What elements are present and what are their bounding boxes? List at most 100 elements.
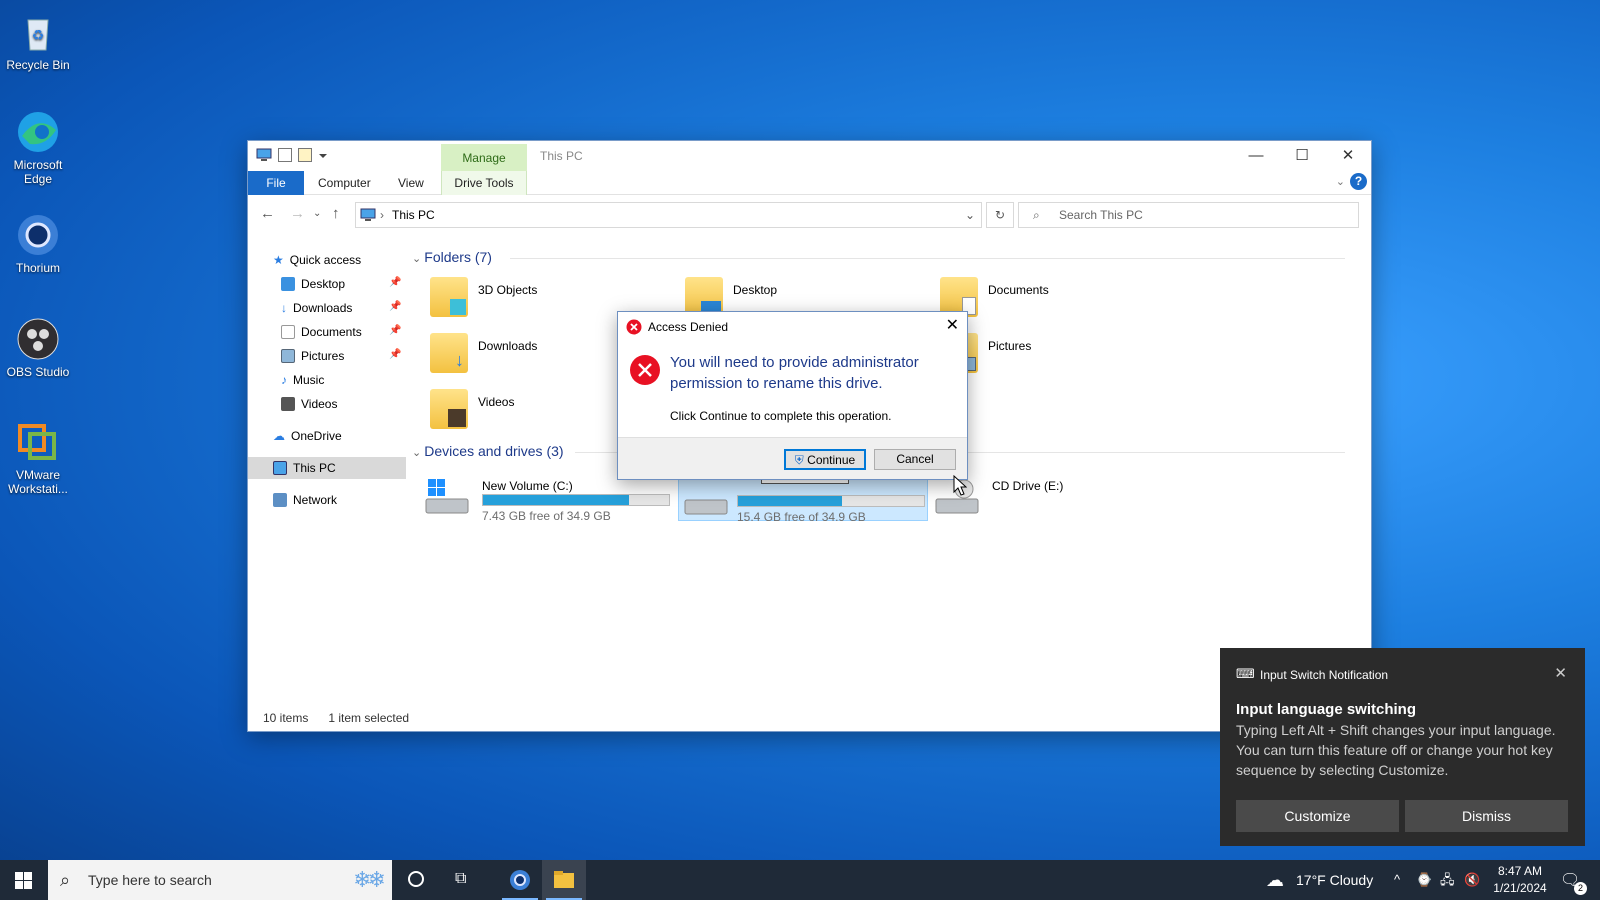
recent-locations-icon[interactable]: ⌄: [313, 208, 321, 219]
drive-usage-bar: [737, 495, 925, 507]
sidebar-item-documents[interactable]: Documents: [281, 321, 362, 343]
sidebar-item-label: Desktop: [301, 277, 346, 291]
quick-access-toolbar: [256, 148, 328, 162]
address-row: ← → ⌄ ↑ › This PC ⌄ ↻ ⌕ Search This PC: [248, 195, 1371, 235]
task-view-icon[interactable]: ⧉: [455, 870, 466, 888]
pin-icon[interactable]: 📌: [389, 325, 401, 336]
clock[interactable]: 8:47 AM 1/21/2024: [1486, 863, 1554, 897]
show-hidden-icons-icon[interactable]: ^: [1394, 860, 1400, 900]
folder-3d-objects[interactable]: 3D Objects: [430, 277, 537, 327]
tab-view[interactable]: View: [398, 171, 424, 195]
sidebar-item-downloads[interactable]: ↓ Downloads: [281, 297, 352, 319]
desktop-icon-label: Microsoft Edge: [13, 158, 63, 186]
drives-section-header[interactable]: ⌄ Devices and drives (3): [412, 443, 564, 459]
sidebar-item-quick-access[interactable]: ★ Quick access: [273, 249, 361, 271]
obs-studio-icon: [16, 317, 60, 361]
download-icon: ↓: [281, 301, 287, 315]
search-icon: ⌕: [1033, 208, 1040, 222]
sidebar-item-videos[interactable]: Videos: [281, 393, 337, 415]
notification-header: Input Switch Notification: [1260, 668, 1389, 682]
computer-icon: [256, 148, 272, 161]
refresh-button[interactable]: ↻: [986, 202, 1014, 228]
tab-drive-tools[interactable]: Drive Tools: [441, 171, 527, 195]
pin-icon[interactable]: 📌: [389, 277, 401, 288]
sidebar-item-desktop[interactable]: Desktop: [281, 273, 345, 295]
dialog-message: You will need to provide administrator p…: [670, 354, 919, 392]
address-bar[interactable]: › This PC ⌄: [355, 202, 982, 228]
drive-free-space: 15.4 GB free of 34.9 GB: [737, 510, 866, 524]
tab-computer[interactable]: Computer: [318, 171, 371, 195]
weather-text[interactable]: 17°F Cloudy: [1296, 860, 1373, 900]
sidebar-item-music[interactable]: ♪ Music: [281, 369, 324, 391]
breadcrumb-chevron-icon: ›: [380, 208, 384, 222]
ribbon-tabs: File Computer View Drive Tools ⌄ ?: [248, 171, 1371, 195]
this-pc-icon: [360, 208, 376, 221]
folder-videos[interactable]: Videos: [430, 389, 514, 439]
window-title: This PC: [540, 149, 583, 163]
properties-icon[interactable]: [278, 148, 292, 162]
search-placeholder: Search This PC: [1059, 208, 1143, 222]
sidebar-item-label: Documents: [301, 325, 362, 339]
taskbar-thorium[interactable]: [498, 860, 542, 900]
up-icon[interactable]: ↑: [332, 205, 340, 222]
notification-close-icon[interactable]: ✕: [1554, 664, 1567, 682]
drive-e[interactable]: CD Drive (E:): [934, 471, 1184, 521]
folders-section-header[interactable]: ⌄ Folders (7): [412, 249, 492, 265]
svg-text:♻: ♻: [32, 27, 45, 43]
folder-icon: [430, 277, 468, 317]
sidebar-item-onedrive[interactable]: ☁ OneDrive: [273, 425, 342, 447]
drive-name: New Volume (C:): [482, 479, 573, 493]
customize-toolbar-icon[interactable]: [318, 150, 328, 160]
desktop-icon-thorium[interactable]: Thorium: [2, 213, 74, 275]
sidebar-item-this-pc[interactable]: This PC: [248, 457, 406, 479]
address-dropdown-icon[interactable]: ⌄: [965, 203, 975, 227]
taskbar-search-box[interactable]: ⌕ Type here to search ❄❄: [48, 860, 392, 900]
desktop-icon-obs[interactable]: OBS Studio: [2, 317, 74, 379]
cortana-icon[interactable]: [408, 871, 424, 887]
pin-icon[interactable]: 📌: [389, 349, 401, 360]
tab-file[interactable]: File: [248, 171, 304, 195]
windows-start-icon[interactable]: [15, 872, 32, 889]
dialog-title: Access Denied: [648, 320, 729, 334]
desktop-icon-edge[interactable]: Microsoft Edge: [2, 110, 74, 186]
network-icon[interactable]: 🖧: [1440, 860, 1455, 900]
dialog-footer: ⛨ Continue Cancel: [618, 437, 967, 479]
minimize-button[interactable]: —: [1233, 141, 1279, 171]
access-denied-dialog: Access Denied ✕ You will need to provide…: [617, 311, 968, 480]
notification-body: Typing Left Alt + Shift changes your inp…: [1236, 722, 1556, 778]
help-icon[interactable]: ?: [1350, 173, 1367, 190]
volume-muted-icon[interactable]: 🔇: [1464, 860, 1480, 900]
forward-icon[interactable]: →: [290, 205, 305, 222]
sidebar-item-pictures[interactable]: Pictures: [281, 345, 344, 367]
dismiss-button[interactable]: Dismiss: [1405, 800, 1568, 832]
sidebar-item-label: Pictures: [301, 349, 345, 363]
folder-downloads[interactable]: ↓ Downloads: [430, 333, 537, 383]
edge-icon: [16, 110, 60, 154]
meet-now-icon[interactable]: ⌚: [1416, 860, 1432, 900]
desktop-folder-icon: [281, 277, 295, 291]
sidebar-item-label: This PC: [293, 461, 336, 475]
desktop-icon-recycle-bin[interactable]: ♻ Recycle Bin: [2, 10, 74, 72]
pin-icon[interactable]: 📌: [389, 301, 401, 312]
weather-cloud-icon[interactable]: ☁: [1266, 860, 1284, 900]
sidebar-item-network[interactable]: Network: [273, 489, 337, 511]
chevron-down-icon: ⌄: [412, 253, 425, 265]
taskbar-file-explorer[interactable]: [542, 860, 586, 900]
back-icon[interactable]: ←: [260, 205, 275, 222]
new-folder-icon[interactable]: [298, 148, 312, 162]
dialog-close-icon[interactable]: ✕: [946, 315, 959, 335]
maximize-button[interactable]: ☐: [1279, 141, 1325, 171]
close-button[interactable]: ✕: [1325, 141, 1371, 171]
continue-button[interactable]: ⛨ Continue: [784, 449, 866, 470]
search-box[interactable]: ⌕ Search This PC: [1018, 202, 1359, 228]
customize-button[interactable]: Customize: [1236, 800, 1399, 832]
taskbar: ⌕ Type here to search ❄❄ ⧉ ☁ 17°F Cloudy…: [0, 860, 1600, 900]
expand-ribbon-icon[interactable]: ⌄: [1336, 175, 1345, 188]
desktop-icon-vmware[interactable]: VMware Workstati...: [2, 420, 74, 496]
cancel-button[interactable]: Cancel: [874, 449, 956, 470]
input-switch-notification: ⌨ Input Switch Notification ✕ Input lang…: [1220, 648, 1585, 846]
manage-tab[interactable]: Manage: [441, 144, 527, 171]
folder-icon: ↓: [430, 333, 468, 373]
keyboard-icon: ⌨: [1236, 666, 1255, 681]
clock-date: 1/21/2024: [1493, 881, 1547, 895]
